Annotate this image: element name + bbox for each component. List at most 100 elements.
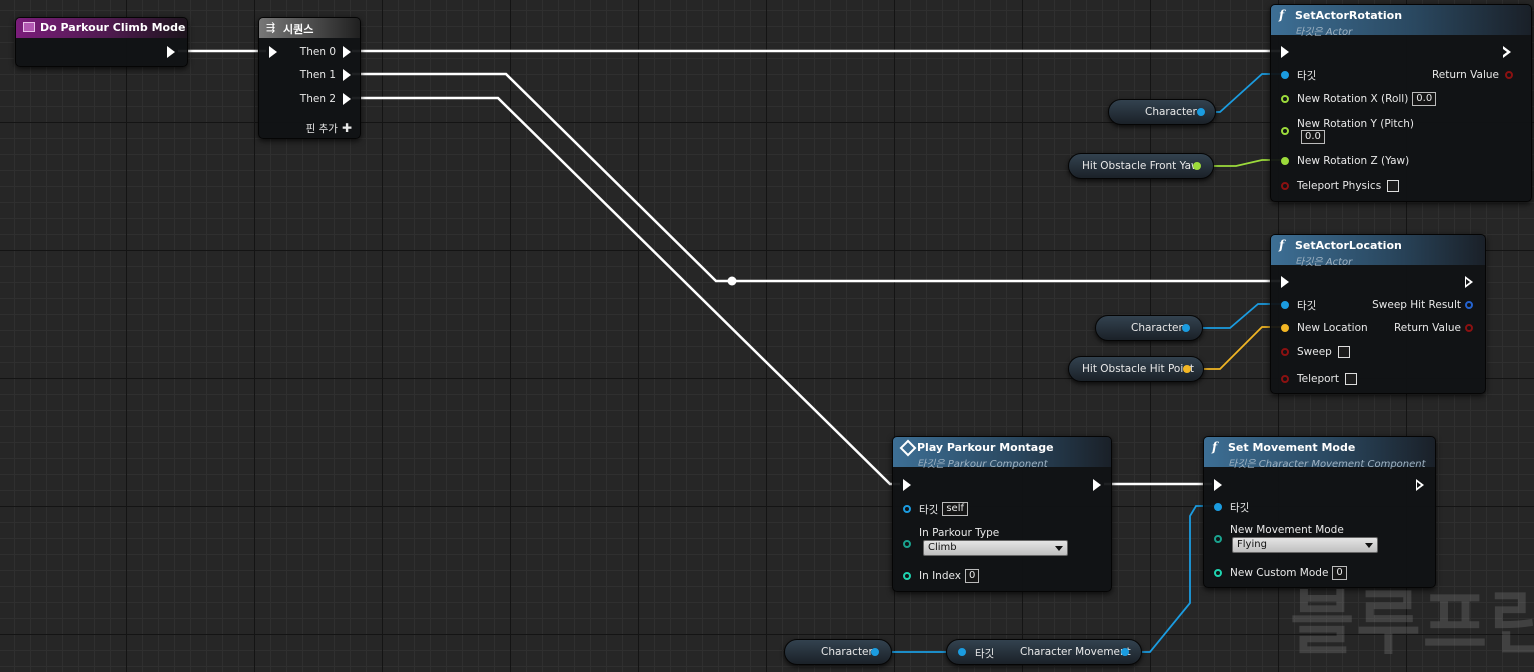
set-actor-rotation-node[interactable]: f SetActorRotation 타깃은 Actor 타깃 Return V… bbox=[1270, 4, 1532, 202]
set-movement-mode-pin[interactable] bbox=[1214, 535, 1222, 543]
function-icon: f bbox=[1212, 440, 1218, 454]
set-location-sweep-result-label: Sweep Hit Result bbox=[1372, 299, 1461, 311]
character-getter-out-pin[interactable] bbox=[1197, 108, 1205, 116]
set-rotation-return-label: Return Value bbox=[1431, 69, 1499, 81]
event-node-header: Do Parkour Climb Mode bbox=[16, 18, 187, 38]
character-getter-label: Character bbox=[821, 646, 873, 658]
play-montage-index-input[interactable]: 0 bbox=[965, 569, 980, 583]
set-location-target-row: 타깃 bbox=[1297, 297, 1316, 313]
sequence-then0-label: Then 0 bbox=[299, 46, 336, 58]
play-montage-type-dropdown[interactable]: Climb bbox=[923, 540, 1068, 556]
play-montage-exec-out-pin[interactable] bbox=[1093, 479, 1101, 491]
set-rotation-target-pin[interactable] bbox=[1281, 71, 1289, 79]
sequence-then1-row: Then 1 bbox=[300, 67, 336, 83]
play-montage-index-label: In Index bbox=[919, 570, 961, 582]
wire-reroute-knot bbox=[727, 276, 737, 286]
set-actor-location-subtitle: 타깃은 Actor bbox=[1295, 257, 1353, 268]
set-rotation-roll-input[interactable]: 0.0 bbox=[1412, 92, 1437, 106]
character-getter-rotation[interactable]: Character bbox=[1108, 99, 1216, 125]
exec-wire-then2 bbox=[352, 96, 900, 486]
character-getter-location[interactable]: Character bbox=[1095, 315, 1203, 341]
character-getter-label: Character bbox=[1145, 106, 1197, 118]
event-icon bbox=[23, 22, 35, 32]
set-location-sweep-row: Sweep bbox=[1297, 344, 1350, 360]
sequence-then1-label: Then 1 bbox=[299, 69, 336, 81]
sequence-then2-pin[interactable] bbox=[343, 93, 351, 105]
set-rotation-yaw-pin[interactable] bbox=[1281, 157, 1289, 165]
sequence-icon: ⇶ bbox=[266, 21, 276, 34]
hit-obstacle-front-yaw-getter[interactable]: Hit Obstacle Front Yaw bbox=[1068, 153, 1214, 179]
sequence-exec-in-pin[interactable] bbox=[269, 46, 277, 58]
set-movement-mode-node[interactable]: f Set Movement Mode 타깃은 Character Moveme… bbox=[1203, 436, 1436, 588]
set-actor-rotation-subtitle: 타깃은 Actor bbox=[1295, 27, 1353, 38]
character-getter-label: Character bbox=[1131, 322, 1183, 334]
set-location-sweep-checkbox[interactable] bbox=[1337, 346, 1350, 358]
set-rotation-pitch-input[interactable]: 0.0 bbox=[1301, 130, 1325, 144]
set-rotation-teleport-pin[interactable] bbox=[1281, 182, 1289, 190]
play-parkour-montage-header: Play Parkour Montage 타깃은 Parkour Compone… bbox=[893, 437, 1111, 470]
play-montage-target-input[interactable]: self bbox=[942, 502, 968, 516]
sequence-node[interactable]: ⇶ 시퀀스 Then 0 Then 1 Then 2 핀 추가 ✚ bbox=[258, 17, 361, 139]
sequence-then0-row: Then 0 bbox=[300, 44, 336, 60]
set-location-sweep-label: Sweep bbox=[1297, 346, 1332, 358]
set-location-return-row: Return Value bbox=[1394, 320, 1461, 336]
character-getter-out-pin[interactable] bbox=[871, 648, 879, 656]
play-montage-type-row: In Parkour Type bbox=[919, 525, 999, 541]
set-rotation-teleport-row: Teleport Physics bbox=[1297, 178, 1400, 194]
set-rotation-exec-in-pin[interactable] bbox=[1281, 46, 1289, 58]
character-movement-label: Character Movement bbox=[1020, 646, 1131, 658]
play-montage-target-label: 타깃 bbox=[919, 503, 939, 516]
set-location-sweep-pin[interactable] bbox=[1281, 348, 1289, 356]
set-actor-location-node[interactable]: f SetActorLocation 타깃은 Actor 타깃 Sweep Hi… bbox=[1270, 234, 1486, 394]
front-yaw-getter-label: Hit Obstacle Front Yaw bbox=[1082, 160, 1200, 172]
blueprint-watermark: 블루프린 bbox=[1290, 582, 1534, 664]
sequence-then2-row: Then 2 bbox=[300, 91, 336, 107]
front-yaw-getter-out-pin[interactable] bbox=[1193, 162, 1201, 170]
set-movement-target-row: 타깃 bbox=[1230, 499, 1249, 515]
sequence-then1-pin[interactable] bbox=[343, 69, 351, 81]
plus-icon: ✚ bbox=[341, 121, 352, 135]
set-rotation-teleport-checkbox[interactable] bbox=[1387, 180, 1400, 192]
set-location-target-pin[interactable] bbox=[1281, 301, 1289, 309]
set-movement-target-label: 타깃 bbox=[1230, 501, 1250, 514]
event-exec-out-pin[interactable] bbox=[167, 46, 175, 58]
set-movement-mode-subtitle: 타깃은 Character Movement Component bbox=[1228, 459, 1426, 470]
sequence-node-title: 시퀀스 bbox=[283, 23, 314, 36]
play-parkour-montage-subtitle: 타깃은 Parkour Component bbox=[917, 459, 1048, 470]
diamond-icon bbox=[899, 439, 917, 457]
set-rotation-teleport-label: Teleport Physics bbox=[1297, 180, 1382, 192]
character-movement-getter[interactable]: 타깃 Character Movement bbox=[946, 639, 1142, 665]
set-location-target-label: 타깃 bbox=[1297, 299, 1317, 312]
hit-obstacle-hit-point-getter[interactable]: Hit Obstacle Hit Point bbox=[1068, 356, 1204, 382]
set-actor-rotation-title: SetActorRotation bbox=[1295, 9, 1403, 22]
event-node-do-parkour-climb-mode[interactable]: Do Parkour Climb Mode bbox=[15, 17, 188, 67]
play-montage-target-pin[interactable] bbox=[903, 505, 911, 513]
set-location-exec-in-pin[interactable] bbox=[1281, 276, 1289, 288]
set-location-return-pin[interactable] bbox=[1465, 324, 1473, 332]
character-movement-out-pin[interactable] bbox=[1121, 648, 1129, 656]
set-location-teleport-label: Teleport bbox=[1297, 373, 1339, 385]
play-montage-type-pin[interactable] bbox=[903, 540, 911, 548]
set-movement-exec-in-pin[interactable] bbox=[1214, 479, 1222, 491]
event-node-title: Do Parkour Climb Mode bbox=[40, 21, 186, 34]
play-montage-index-pin[interactable] bbox=[903, 572, 911, 580]
set-movement-target-pin[interactable] bbox=[1214, 503, 1222, 511]
sequence-add-pin-button[interactable]: 핀 추가 ✚ bbox=[306, 120, 352, 136]
set-location-sweep-result-pin[interactable] bbox=[1465, 301, 1473, 309]
set-location-teleport-checkbox[interactable] bbox=[1345, 373, 1357, 385]
set-location-teleport-pin[interactable] bbox=[1281, 375, 1289, 383]
play-montage-exec-in-pin[interactable] bbox=[903, 479, 911, 491]
set-rotation-return-pin[interactable] bbox=[1505, 71, 1513, 79]
character-movement-target-pin[interactable] bbox=[958, 648, 966, 656]
set-rotation-roll-pin[interactable] bbox=[1281, 95, 1289, 103]
hit-point-getter-out-pin[interactable] bbox=[1183, 365, 1191, 373]
set-movement-mode-dropdown[interactable]: Flying bbox=[1232, 537, 1378, 553]
set-movement-custom-pin[interactable] bbox=[1214, 569, 1222, 577]
set-rotation-yaw-label: New Rotation Z (Yaw) bbox=[1297, 155, 1410, 167]
set-location-new-location-pin[interactable] bbox=[1281, 324, 1289, 332]
sequence-then0-pin[interactable] bbox=[343, 46, 351, 58]
set-rotation-pitch-pin[interactable] bbox=[1281, 127, 1289, 135]
character-getter-movement[interactable]: Character bbox=[784, 639, 892, 665]
character-getter-out-pin[interactable] bbox=[1182, 324, 1190, 332]
play-parkour-montage-node[interactable]: Play Parkour Montage 타깃은 Parkour Compone… bbox=[892, 436, 1112, 592]
